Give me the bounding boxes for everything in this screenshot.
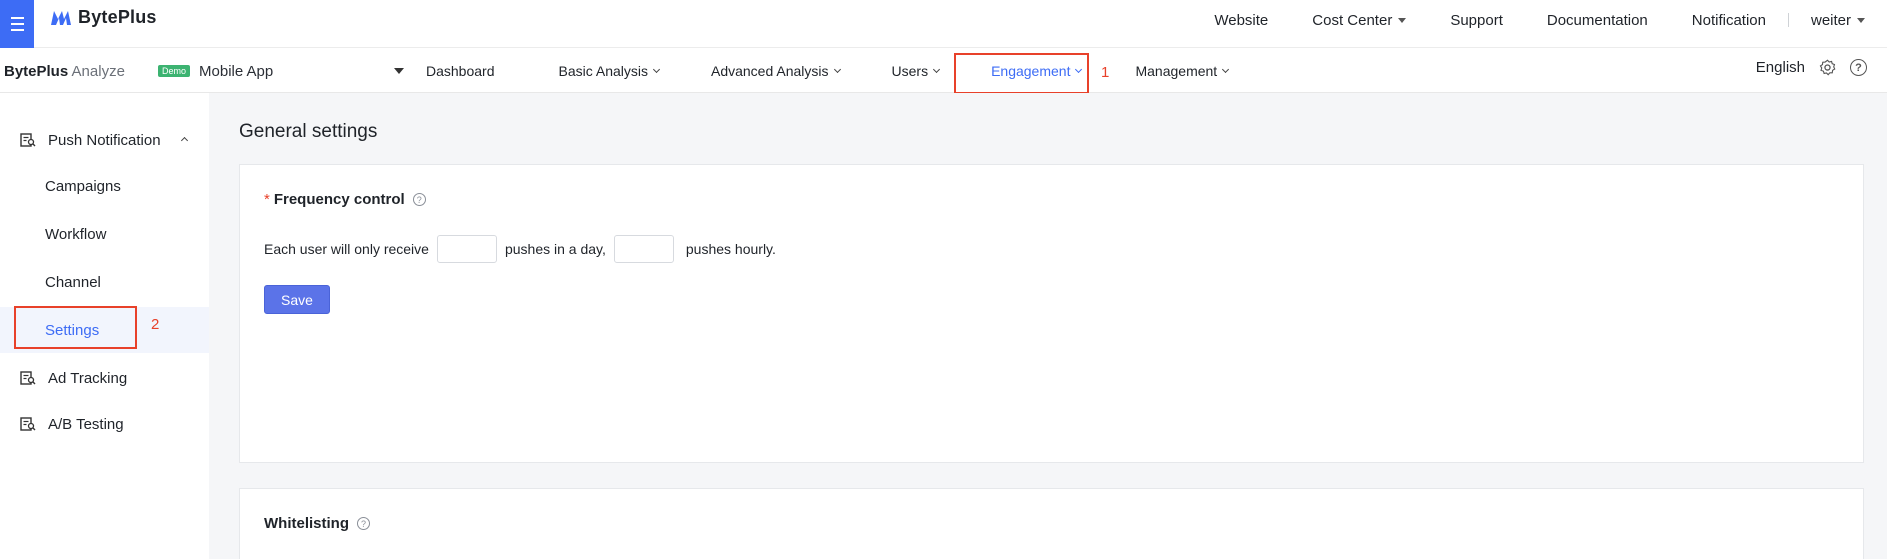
menu-dashboard[interactable]: Dashboard	[404, 48, 517, 93]
user-menu[interactable]: weiter	[1789, 12, 1887, 29]
top-links: Website Cost Center Support Documentatio…	[1192, 0, 1887, 40]
chevron-down-icon	[933, 65, 941, 73]
chevron-up-icon	[180, 136, 189, 145]
whitelisting-card: Whitelisting ?	[239, 488, 1864, 559]
menu-label: Management	[1135, 62, 1218, 79]
menu-management[interactable]: Management	[1113, 48, 1250, 93]
app-name: Mobile App	[199, 62, 274, 80]
top-link-label: Website	[1214, 11, 1269, 29]
chevron-down-icon	[833, 65, 841, 73]
nav-right-tools: English ?	[1756, 59, 1867, 76]
main-menu: Dashboard Basic Analysis Advanced Analys…	[404, 48, 1250, 93]
frequency-row: Each user will only receive pushes in a …	[264, 235, 776, 263]
report-icon	[20, 371, 36, 385]
daily-pushes-input[interactable]	[436, 235, 497, 263]
product-name-bold: BytePlus	[4, 63, 69, 80]
top-link-label: Cost Center	[1312, 11, 1393, 29]
top-link-label: Support	[1450, 11, 1503, 29]
sidebar-item-channel[interactable]: Channel	[0, 259, 209, 305]
report-icon	[20, 417, 36, 431]
chevron-down-icon	[652, 65, 661, 73]
top-bar: BytePlus Website Cost Center Support Doc…	[0, 0, 1887, 48]
report-icon	[20, 133, 36, 147]
sidebar-group-label: Push Notification	[48, 131, 161, 149]
app-selector[interactable]: Demo Mobile App	[158, 60, 404, 82]
menu-advanced-analysis[interactable]: Advanced Analysis	[689, 48, 862, 93]
product-name-light: Analyze	[71, 63, 125, 80]
caret-down-icon	[1857, 17, 1865, 23]
whitelisting-title: Whitelisting ?	[264, 515, 370, 532]
top-link-documentation[interactable]: Documentation	[1525, 12, 1670, 29]
app-navbar: BytePlus Analyze Demo Mobile App Dashboa…	[0, 48, 1887, 93]
caret-down-icon	[1398, 17, 1407, 23]
sidebar-item-label: Campaigns	[45, 177, 121, 195]
frequency-text-after: pushes hourly.	[685, 241, 776, 257]
menu-label: Dashboard	[426, 62, 495, 79]
demo-badge: Demo	[158, 65, 191, 77]
card-title-label: Whitelisting	[264, 515, 349, 532]
card-title-label: Frequency control	[273, 191, 405, 208]
page-title: General settings	[239, 121, 378, 142]
frequency-text-middle: pushes in a day,	[504, 241, 606, 257]
sidebar-group-label: Ad Tracking	[48, 369, 128, 387]
help-icon[interactable]: ?	[412, 193, 426, 206]
caret-down-icon	[394, 68, 404, 74]
annotation-marker-2: 2	[151, 316, 160, 333]
main-content: General settings * Frequency control ? E…	[209, 93, 1887, 559]
top-link-notification[interactable]: Notification	[1670, 12, 1788, 29]
frequency-control-title: * Frequency control ?	[264, 191, 426, 208]
sidebar-group-ab-testing[interactable]: A/B Testing	[0, 401, 209, 447]
required-mark: *	[264, 191, 270, 208]
menu-label: Basic Analysis	[558, 62, 648, 79]
top-link-cost-center[interactable]: Cost Center	[1290, 12, 1428, 29]
hourly-pushes-input[interactable]	[613, 235, 674, 263]
language-switch[interactable]: English	[1756, 59, 1805, 76]
menu-basic-analysis[interactable]: Basic Analysis	[537, 48, 681, 93]
sidebar-group-ad-tracking[interactable]: Ad Tracking	[0, 355, 209, 401]
top-link-website[interactable]: Website	[1192, 12, 1290, 29]
help-icon[interactable]: ?	[1850, 59, 1867, 76]
hamburger-menu-icon[interactable]	[0, 0, 34, 48]
brand-logo[interactable]: BytePlus	[50, 7, 157, 28]
frequency-text-before: Each user will only receive	[264, 241, 429, 257]
top-link-label: Notification	[1691, 11, 1766, 29]
brand-name: BytePlus	[78, 7, 157, 27]
sidebar-group-push-notification[interactable]: Push Notification	[0, 117, 209, 163]
menu-label: Users	[891, 62, 929, 79]
save-button[interactable]: Save	[264, 285, 330, 314]
top-link-label: Documentation	[1546, 11, 1648, 29]
annotation-marker-1: 1	[1101, 64, 1110, 81]
menu-users[interactable]: Users	[870, 48, 962, 93]
sidebar-item-label: Workflow	[45, 225, 107, 243]
user-name: weiter	[1810, 11, 1851, 29]
menu-label: Advanced Analysis	[710, 62, 829, 79]
sidebar-item-workflow[interactable]: Workflow	[0, 211, 209, 257]
byteplus-logo-icon	[51, 10, 71, 25]
chevron-down-icon	[1222, 65, 1230, 73]
sidebar-group-label: A/B Testing	[48, 415, 124, 433]
highlight-box-settings	[14, 306, 137, 349]
sidebar-item-label: Channel	[45, 273, 101, 291]
frequency-control-card: * Frequency control ? Each user will onl…	[239, 164, 1864, 463]
sidebar-item-campaigns[interactable]: Campaigns	[0, 163, 209, 209]
help-icon[interactable]: ?	[357, 517, 370, 530]
top-link-support[interactable]: Support	[1428, 12, 1525, 29]
product-name: BytePlus Analyze	[4, 63, 125, 80]
gear-icon[interactable]	[1819, 59, 1836, 76]
highlight-box-engagement	[954, 53, 1089, 94]
